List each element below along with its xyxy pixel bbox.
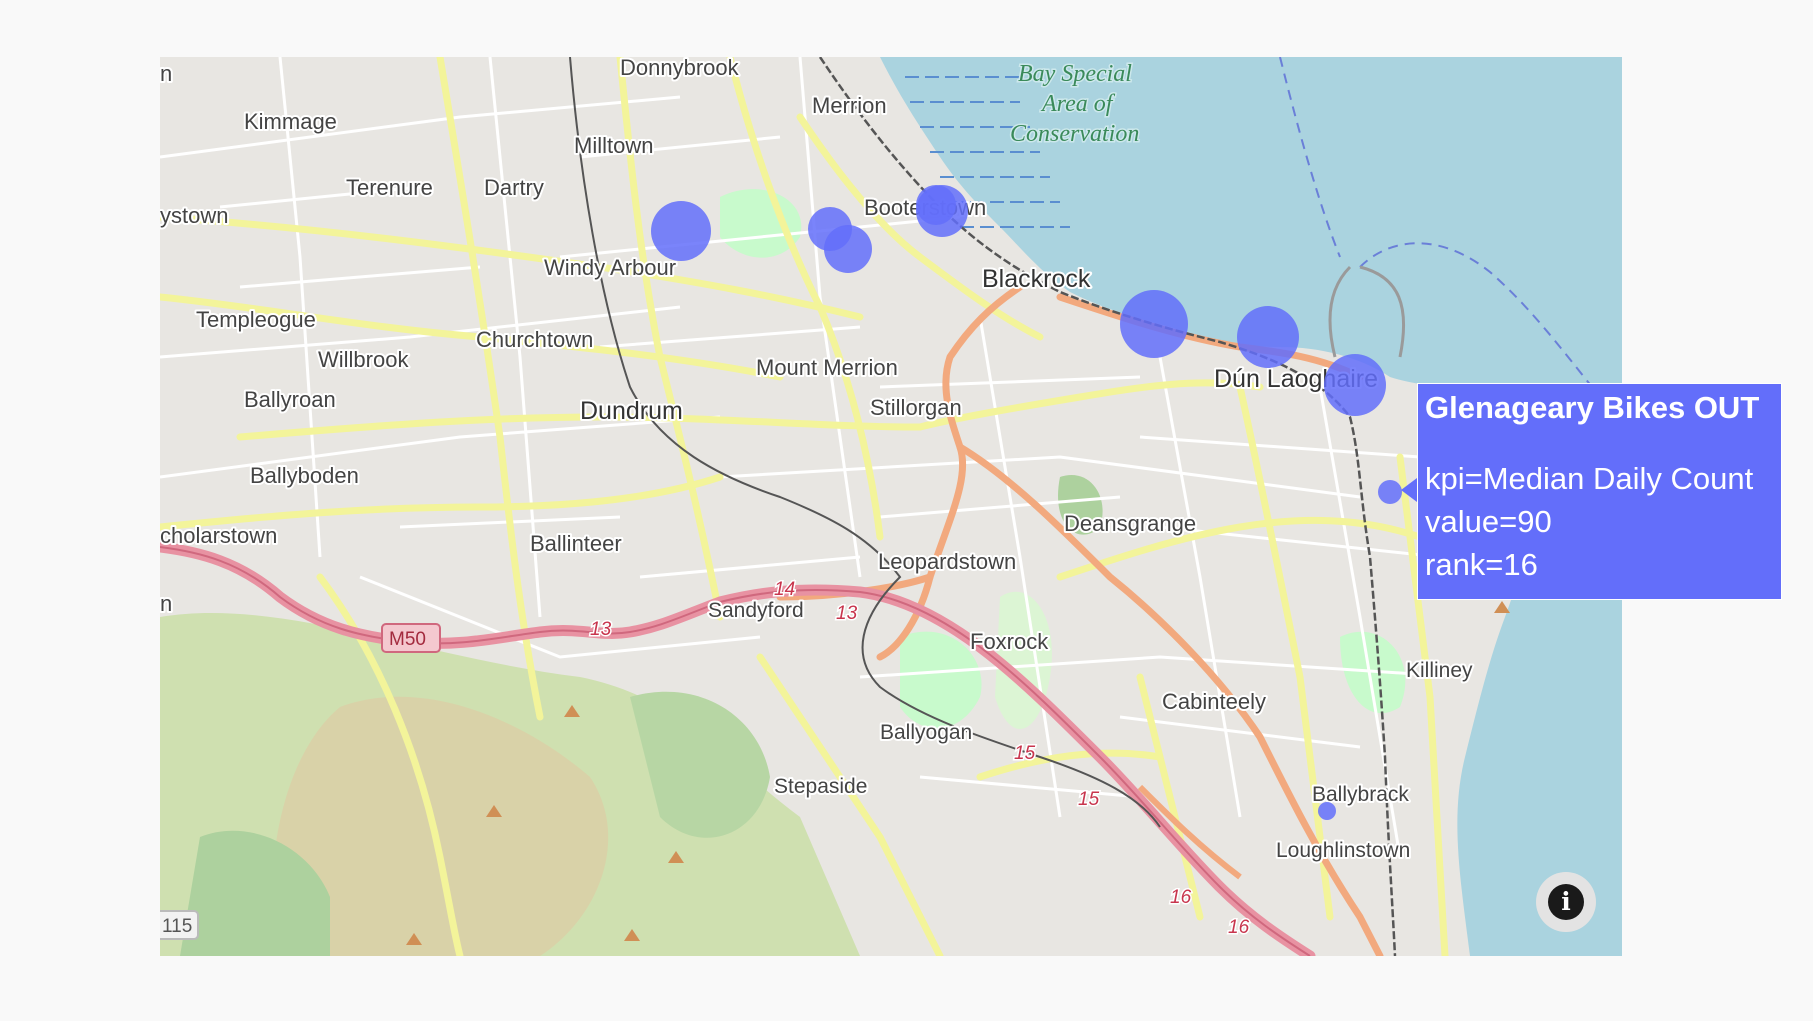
tooltip-value: value=90 xyxy=(1425,504,1552,539)
station-marker[interactable] xyxy=(916,185,956,225)
attribution-info-button[interactable]: i xyxy=(1536,872,1596,932)
tooltip-title: Glenageary Bikes OUT xyxy=(1425,390,1760,425)
station-marker[interactable] xyxy=(1324,354,1386,416)
station-marker[interactable] xyxy=(1318,802,1336,820)
hover-tooltip: Glenageary Bikes OUT kpi=Median Daily Co… xyxy=(1401,383,1782,600)
tooltip-kpi: kpi=Median Daily Count xyxy=(1425,461,1754,496)
station-marker[interactable] xyxy=(1378,480,1402,504)
station-marker[interactable] xyxy=(1120,290,1188,358)
station-marker[interactable] xyxy=(651,201,711,261)
map-view[interactable]: Donnybrook Merrion Kimmage Milltown Tere… xyxy=(160,57,1622,956)
info-icon: i xyxy=(1548,884,1584,920)
station-markers xyxy=(651,185,1402,820)
station-marker[interactable] xyxy=(1237,306,1299,368)
tooltip-rank: rank=16 xyxy=(1425,547,1538,582)
station-marker[interactable] xyxy=(824,225,872,273)
